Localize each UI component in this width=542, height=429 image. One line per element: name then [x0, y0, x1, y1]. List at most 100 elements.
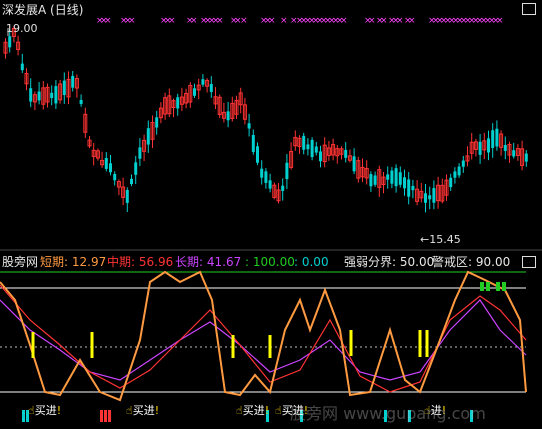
candle-body — [428, 195, 432, 200]
candle-body — [134, 162, 138, 175]
candle-body — [478, 141, 482, 155]
candle-body — [461, 160, 465, 167]
candle-body — [155, 117, 159, 128]
top-marker: × — [190, 16, 198, 26]
candle-body — [201, 79, 205, 85]
candle-body — [407, 179, 411, 197]
candle-body — [256, 146, 259, 163]
candle-body — [386, 174, 390, 180]
chart-canvas: ××× ××× ××× ×× ××××× ××× ××× × ××××××××××××× ×× ××… — [0, 16, 542, 422]
top-marker: × — [396, 16, 404, 26]
candle-body — [146, 128, 150, 145]
candle-body — [79, 99, 83, 105]
mid-term-line — [0, 284, 527, 393]
bottom-stub — [108, 410, 111, 422]
top-marker: × — [104, 16, 112, 26]
pane-corner-button[interactable] — [522, 3, 536, 15]
short-term-value: 短期: 12.97 — [40, 255, 107, 269]
long-term-line — [0, 299, 527, 381]
candle-body — [8, 36, 12, 48]
top-marker: × — [368, 16, 376, 26]
top-line-value: : 100.00 — [245, 255, 295, 269]
strength-divide-value: 强弱分界: 50.00 — [344, 255, 435, 269]
candle-body — [268, 180, 272, 189]
candle-body — [390, 170, 394, 184]
candle-body — [398, 172, 402, 185]
candle-body — [512, 150, 516, 157]
candle-body — [251, 135, 255, 152]
candle-body — [138, 147, 142, 159]
candle-body — [302, 135, 306, 150]
watermark: 股旁网 www.gupang.com — [290, 404, 486, 423]
warning-marker — [496, 282, 500, 291]
candle-body — [352, 156, 356, 172]
indicator-name: 股旁网 — [2, 255, 39, 269]
short-term-line — [0, 270, 527, 402]
candle-body — [524, 153, 528, 162]
high-price-label: 19.00 — [6, 22, 38, 35]
candle-body — [369, 174, 373, 187]
top-marker: × — [408, 16, 416, 26]
candle-body — [71, 75, 75, 88]
candle-body — [247, 123, 251, 129]
candle-body — [209, 84, 213, 92]
top-marker: × — [240, 16, 248, 26]
candle-body — [37, 91, 41, 101]
warning-marker — [480, 282, 484, 291]
mid-term-value: 中期: 56.96 — [107, 255, 174, 269]
candle-body — [457, 166, 461, 176]
top-marker: × — [496, 16, 504, 26]
low-price-label: ←15.45 — [420, 233, 461, 246]
bottom-stub — [22, 410, 25, 422]
candle-body — [373, 175, 377, 185]
bottom-stub — [100, 410, 103, 422]
candle-body — [306, 144, 310, 150]
candle-body — [411, 185, 415, 191]
candle-body — [344, 149, 348, 158]
candle-body — [453, 171, 457, 178]
bottom-stub — [104, 410, 107, 422]
indicator-corner-button[interactable] — [522, 256, 536, 268]
candle-body — [314, 146, 318, 153]
candle-body — [109, 163, 112, 173]
candle-body — [491, 130, 495, 148]
candle-body — [487, 138, 490, 153]
warning-marker — [502, 282, 506, 291]
buy-signal: ☝买进! — [236, 404, 270, 417]
top-marker: × — [168, 16, 176, 26]
stock-title: 深发展A (日线) — [2, 3, 84, 17]
warning-marker — [486, 282, 490, 291]
candle-body — [226, 111, 230, 121]
candle-body — [125, 190, 129, 203]
candle-body — [50, 92, 54, 99]
candle-body — [62, 80, 66, 95]
candle-body — [310, 139, 314, 158]
candle-body — [503, 144, 507, 151]
candle-body — [104, 158, 108, 169]
top-markers-row: ××× ××× ××× ×× ××××× ××× ××× × ××××××××××××× ×× ××… — [96, 16, 504, 26]
warning-zone-value: 警戒区: 90.00 — [432, 255, 511, 269]
top-marker: × — [128, 16, 136, 26]
buy-signal: ☝买进! — [126, 404, 160, 417]
candle-body — [264, 171, 268, 183]
candle-body — [113, 173, 117, 181]
candle-body — [193, 88, 196, 96]
candle-body — [176, 97, 180, 109]
candle-body — [281, 185, 285, 191]
candle-body — [495, 128, 499, 147]
candle-body — [319, 151, 322, 162]
top-marker: × — [280, 16, 288, 26]
top-marker: × — [216, 16, 224, 26]
candle-body — [285, 162, 289, 180]
candlestick-series — [3, 25, 528, 213]
buy-signal: ☝买进! — [28, 404, 62, 417]
candle-body — [449, 177, 453, 188]
candle-body — [29, 88, 33, 102]
candle-body — [20, 63, 24, 71]
candle-body — [394, 168, 398, 187]
candle-body — [54, 86, 58, 104]
long-term-value: 长期: 41.67 — [175, 255, 242, 269]
top-marker: × — [340, 16, 348, 26]
candle-body — [260, 168, 264, 178]
candle-body — [130, 178, 133, 185]
